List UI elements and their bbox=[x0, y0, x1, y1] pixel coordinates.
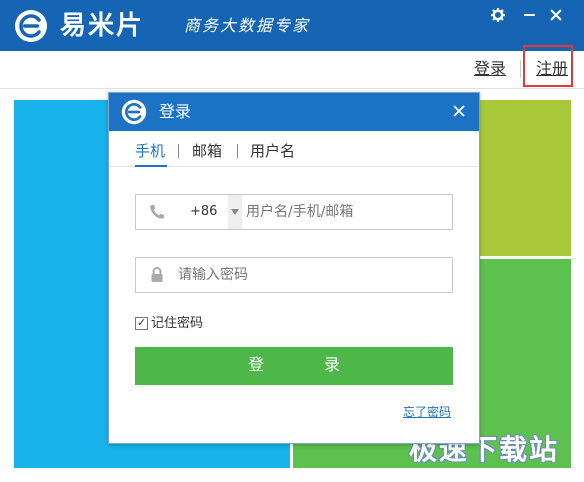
dialog-title: 登录 bbox=[159, 102, 192, 121]
app-slogan: 商务大数据专家 bbox=[184, 16, 311, 35]
e-logo-icon bbox=[121, 99, 147, 125]
gear-icon[interactable] bbox=[491, 8, 505, 22]
remember-label: 记住密码 bbox=[151, 316, 204, 331]
remember-checkbox[interactable]: ✓ bbox=[135, 316, 148, 330]
login-button-label: 登录 bbox=[247, 357, 400, 374]
tab-divider bbox=[178, 144, 179, 158]
e-logo-icon bbox=[15, 10, 47, 42]
close-icon[interactable] bbox=[453, 105, 465, 117]
tab-username[interactable]: 用户名 bbox=[250, 141, 295, 161]
app-name: 易米片 bbox=[60, 11, 145, 41]
phone-icon bbox=[150, 205, 164, 219]
login-tabs: 手机 邮箱 用户名 bbox=[109, 131, 479, 167]
title-bar: 易米片 商务大数据专家 bbox=[0, 0, 584, 51]
active-tab-indicator bbox=[135, 165, 167, 167]
chevron-down-icon[interactable] bbox=[231, 209, 239, 215]
account-input[interactable] bbox=[246, 202, 446, 222]
tab-email[interactable]: 邮箱 bbox=[192, 141, 222, 161]
check-icon: ✓ bbox=[137, 316, 147, 329]
lock-icon bbox=[151, 267, 163, 282]
register-highlight-box bbox=[523, 45, 573, 87]
header-login-link[interactable]: 登录 bbox=[474, 58, 506, 80]
password-input[interactable] bbox=[178, 265, 446, 285]
forgot-password-link[interactable]: 忘了密码 bbox=[403, 404, 451, 420]
account-field: +86 bbox=[135, 194, 453, 230]
country-code[interactable]: +86 bbox=[190, 203, 217, 221]
tab-divider bbox=[237, 144, 238, 158]
login-dialog: 登录 手机 邮箱 用户名 +86 ✓ 记住密码 登 bbox=[108, 92, 480, 444]
password-field bbox=[135, 257, 453, 293]
header-divider bbox=[520, 60, 521, 78]
close-icon[interactable] bbox=[549, 8, 563, 22]
dialog-title-bar: 登录 bbox=[109, 93, 479, 131]
minimize-icon[interactable] bbox=[524, 14, 535, 16]
tab-phone[interactable]: 手机 bbox=[135, 141, 165, 161]
header-bar: 登录 注册 bbox=[0, 51, 584, 89]
login-button[interactable]: 登录 bbox=[135, 347, 453, 385]
